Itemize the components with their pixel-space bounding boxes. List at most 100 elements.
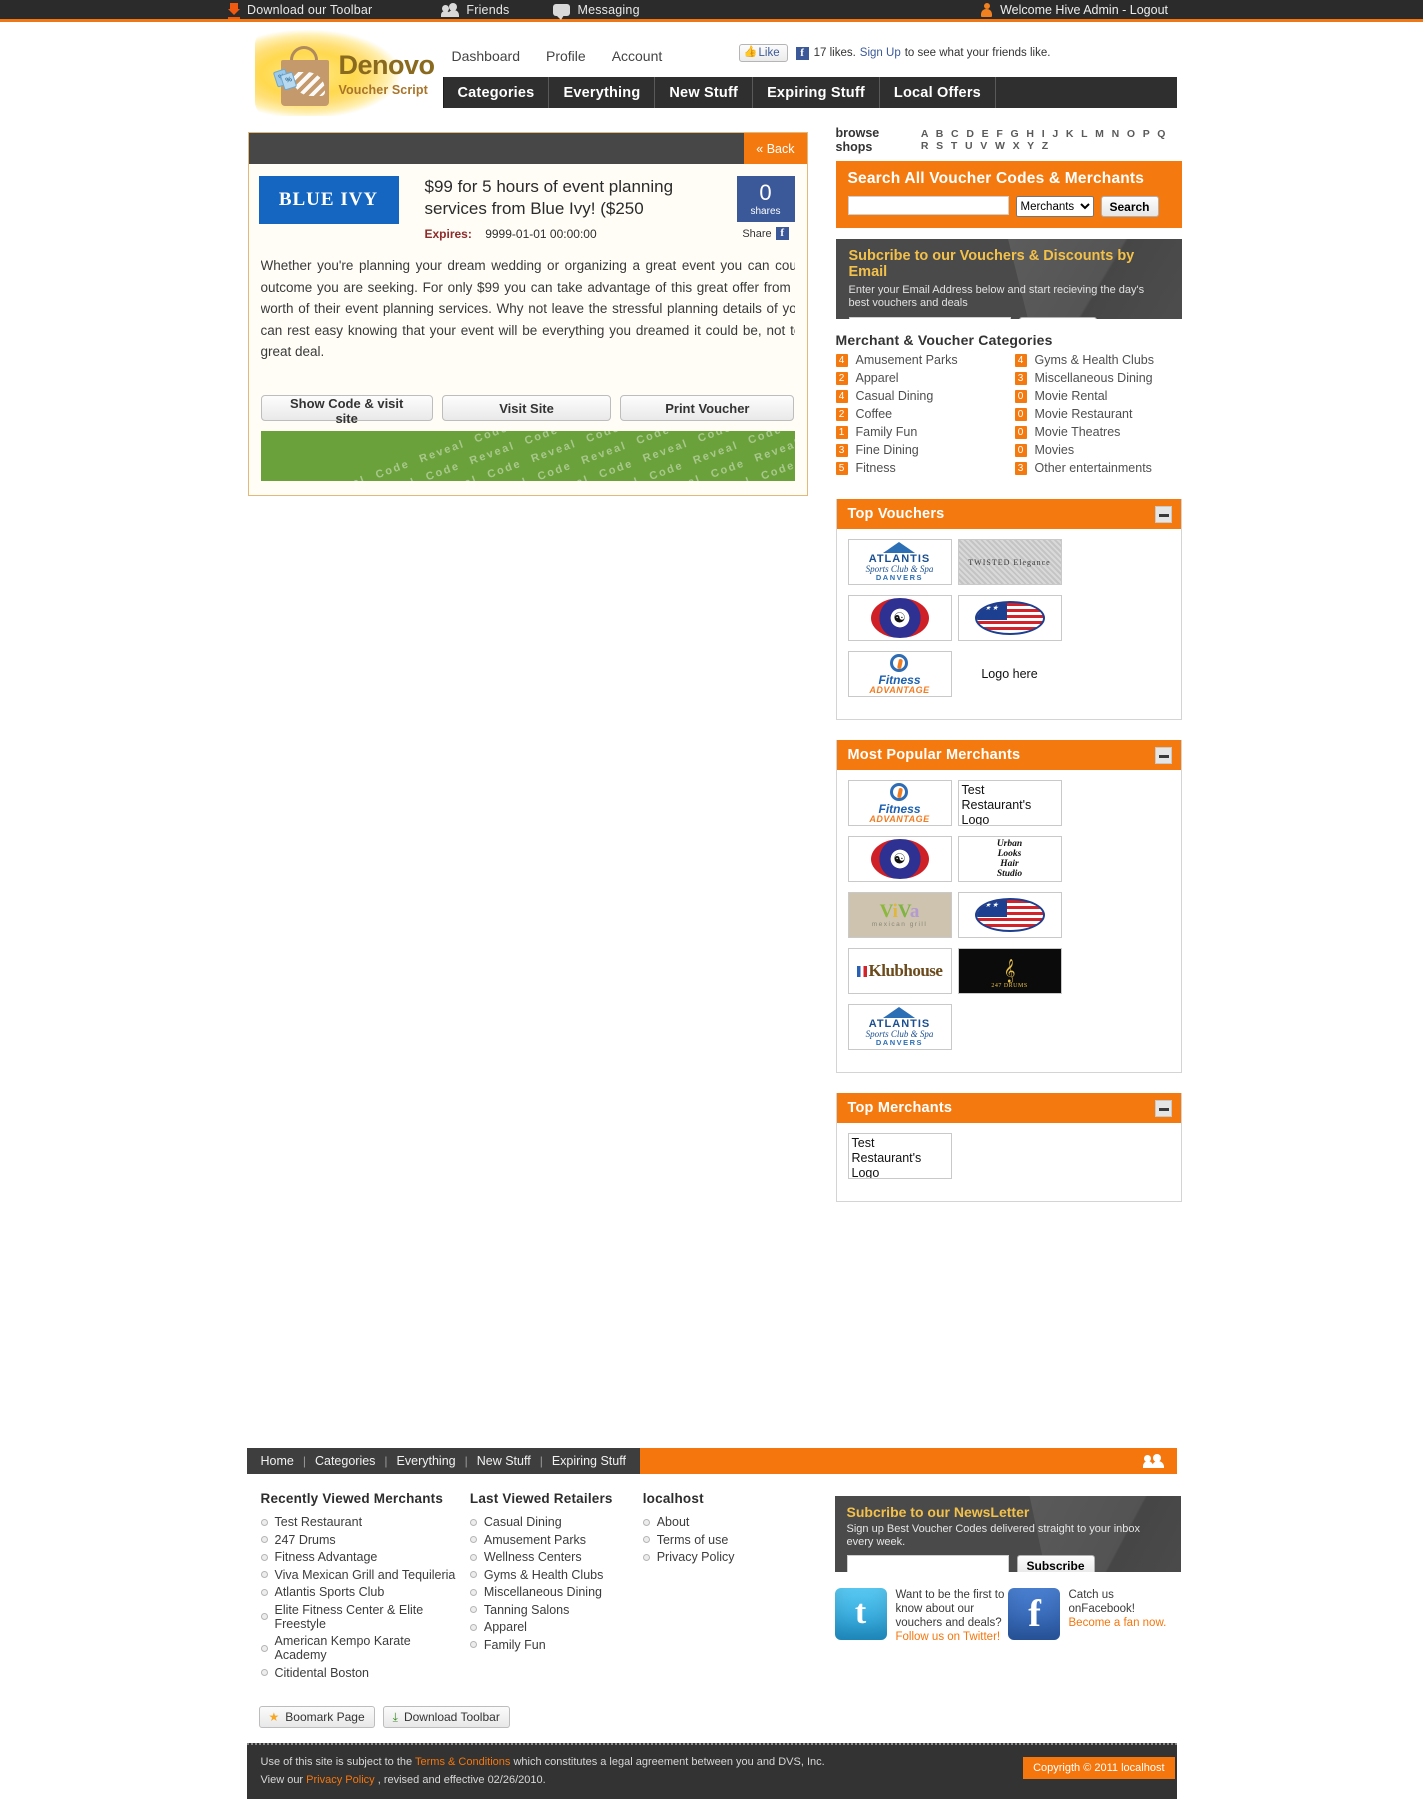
footer-nav-categories[interactable]: Categories: [315, 1454, 375, 1468]
footer-list-item[interactable]: Gyms & Health Clubs: [469, 1568, 629, 1582]
email-subscribe-input[interactable]: [848, 317, 1011, 319]
signup-link[interactable]: Sign Up: [860, 47, 901, 59]
facebook-icon[interactable]: [1007, 1588, 1060, 1640]
bullet-icon: [642, 1553, 650, 1561]
atlantis-sports-club-logo[interactable]: ATLANTIS Sports Club & Spa DANVERS: [847, 539, 952, 585]
footer-list-item[interactable]: Apparel: [469, 1620, 629, 1634]
back-button[interactable]: « Back: [744, 133, 807, 164]
footer-list-item[interactable]: Test Restaurant: [260, 1515, 456, 1529]
tab-categories[interactable]: Categories: [442, 77, 550, 108]
newsletter-subscribe-button[interactable]: Subscribe: [1016, 1555, 1095, 1572]
category-item[interactable]: 3 Miscellaneous Dining: [1014, 371, 1182, 385]
nav-account[interactable]: Account: [612, 48, 663, 64]
show-code-button[interactable]: Show Code & visit site: [260, 395, 433, 426]
facebook-share-icon[interactable]: f: [775, 227, 789, 240]
category-item[interactable]: 4 Gyms & Health Clubs: [1014, 353, 1182, 367]
elite-freestyle-karate-logo[interactable]: [957, 595, 1062, 641]
merchant-logo[interactable]: BLUE IVY: [258, 176, 399, 224]
footer-nav-everything[interactable]: Everything: [397, 1454, 456, 1468]
category-item[interactable]: 4 Amusement Parks: [835, 353, 1003, 367]
footer-list-item[interactable]: Elite Fitness Center & Elite Freestyle: [260, 1603, 456, 1631]
kempo-karate-logo[interactable]: [847, 595, 952, 641]
atlantis-sports-club-logo[interactable]: ATLANTIS Sports Club & Spa DANVERS: [847, 1004, 952, 1050]
footer-list-item[interactable]: 247 Drums: [260, 1533, 456, 1547]
email-subscribe-button[interactable]: Subscribe: [1018, 317, 1097, 319]
footer-list-item[interactable]: Atlantis Sports Club: [260, 1585, 456, 1599]
download-toolbar-link[interactable]: Download our Toolbar: [228, 2, 372, 19]
search-type-select[interactable]: Merchants Vouchers: [1015, 196, 1094, 217]
minus-icon[interactable]: [1154, 1099, 1172, 1117]
footer-list-item[interactable]: About: [642, 1515, 807, 1529]
bookmark-page-button[interactable]: ★ Boomark Page: [258, 1706, 375, 1728]
alphabet-index[interactable]: A B C D E F G H I J K L M N O P Q R S T …: [921, 128, 1182, 152]
newsletter-input[interactable]: [846, 1555, 1009, 1572]
download-toolbar-button[interactable]: ⤓ Download Toolbar: [382, 1706, 510, 1728]
print-voucher-button[interactable]: Print Voucher: [620, 395, 795, 421]
facebook-fan-link[interactable]: Become a fan now.: [1069, 1616, 1181, 1630]
category-item[interactable]: 0 Movies: [1014, 443, 1182, 457]
friends-link[interactable]: Friends: [441, 2, 509, 17]
footer-nav-expiring-stuff[interactable]: Expiring Stuff: [552, 1454, 626, 1468]
terms-link[interactable]: Terms & Conditions: [415, 1756, 510, 1768]
category-item[interactable]: 2 Apparel: [835, 371, 1003, 385]
twitter-follow-link[interactable]: Follow us on Twitter!: [896, 1630, 1008, 1644]
search-button[interactable]: Search: [1100, 196, 1159, 217]
tab-everything[interactable]: Everything: [549, 77, 656, 108]
nav-profile[interactable]: Profile: [546, 48, 586, 64]
category-item[interactable]: 0 Movie Theatres: [1014, 425, 1182, 439]
tab-local-offers[interactable]: Local Offers: [880, 77, 996, 108]
category-item[interactable]: 2 Coffee: [835, 407, 1003, 421]
privacy-link[interactable]: Privacy Policy: [306, 1774, 374, 1786]
247-drums-logo[interactable]: 𝄞 247 DRUMS: [957, 948, 1062, 994]
category-item[interactable]: 0 Movie Restaurant: [1014, 407, 1182, 421]
twisted-elegance-logo[interactable]: TWISTED Elegance: [957, 539, 1062, 585]
footer-list-item[interactable]: Fitness Advantage: [260, 1550, 456, 1564]
footer-right-column: Subcribe to our NewsLetter Sign up Best …: [834, 1474, 1181, 1728]
search-input[interactable]: [847, 196, 1009, 215]
footer-list-item[interactable]: Miscellaneous Dining: [469, 1585, 629, 1599]
test-restaurant-logo[interactable]: Test Restaurant's Logo: [957, 780, 1062, 826]
fitness-advantage-logo[interactable]: Fitness ADVANTAGE: [847, 651, 952, 697]
top-vouchers-title: Top Vouchers: [847, 506, 945, 522]
category-item[interactable]: 3 Other entertainments: [1014, 461, 1182, 475]
reveal-code-strip[interactable]: Reveal Code Reveal Code Reveal Code Reve…: [260, 431, 795, 481]
footer-nav-separator: |: [464, 1454, 468, 1468]
tab-new-stuff[interactable]: New Stuff: [655, 77, 754, 108]
tab-expiring-stuff[interactable]: Expiring Stuff: [753, 77, 880, 108]
fitness-advantage-logo[interactable]: Fitness ADVANTAGE: [847, 780, 952, 826]
account-area[interactable]: Welcome Hive Admin - Logout: [981, 2, 1168, 17]
minus-icon[interactable]: [1154, 746, 1172, 764]
footer-list-item[interactable]: Wellness Centers: [469, 1550, 629, 1564]
category-label: Movie Theatres: [1034, 425, 1121, 439]
site-logo[interactable]: % % Denovo Voucher Script: [254, 30, 443, 116]
category-item[interactable]: 3 Fine Dining: [835, 443, 1003, 457]
klubhouse-logo[interactable]: Klubhouse: [847, 948, 952, 994]
footer-nav-new-stuff[interactable]: New Stuff: [477, 1454, 531, 1468]
viva-mexican-grill-logo[interactable]: ViVa mexican grill: [847, 892, 952, 938]
footer-list-item[interactable]: Privacy Policy: [642, 1550, 807, 1564]
footer-list-item[interactable]: Family Fun: [469, 1638, 629, 1652]
urban-looks-hair-studio-logo[interactable]: Urban Looks Hair Studio: [957, 836, 1062, 882]
footer-list-item[interactable]: Viva Mexican Grill and Tequileria: [260, 1568, 456, 1582]
footer-list-item[interactable]: Citidental Boston: [260, 1666, 456, 1680]
footer-list-item[interactable]: Casual Dining: [469, 1515, 629, 1529]
messaging-link[interactable]: Messaging: [553, 3, 640, 20]
footer-list-item[interactable]: Terms of use: [642, 1533, 807, 1547]
twitter-icon[interactable]: [834, 1588, 887, 1640]
facebook-like-button[interactable]: Like: [738, 44, 788, 62]
category-item[interactable]: 1 Family Fun: [835, 425, 1003, 439]
footer-nav-home[interactable]: Home: [261, 1454, 294, 1468]
share-button[interactable]: Share f: [737, 227, 795, 240]
footer-list-item[interactable]: Amusement Parks: [469, 1533, 629, 1547]
footer-list-item[interactable]: American Kempo Karate Academy: [260, 1634, 456, 1662]
category-item[interactable]: 5 Fitness: [835, 461, 1003, 475]
test-restaurant-logo[interactable]: Test Restaurant's Logo: [847, 1133, 952, 1179]
category-item[interactable]: 0 Movie Rental: [1014, 389, 1182, 403]
nav-dashboard[interactable]: Dashboard: [452, 48, 521, 64]
kempo-karate-logo[interactable]: [847, 836, 952, 882]
elite-freestyle-karate-logo[interactable]: [957, 892, 1062, 938]
placeholder-logo[interactable]: Logo here: [958, 651, 1062, 697]
visit-site-button[interactable]: Visit Site: [441, 395, 612, 421]
minus-icon[interactable]: [1154, 505, 1172, 523]
category-item[interactable]: 4 Casual Dining: [835, 389, 1003, 403]
